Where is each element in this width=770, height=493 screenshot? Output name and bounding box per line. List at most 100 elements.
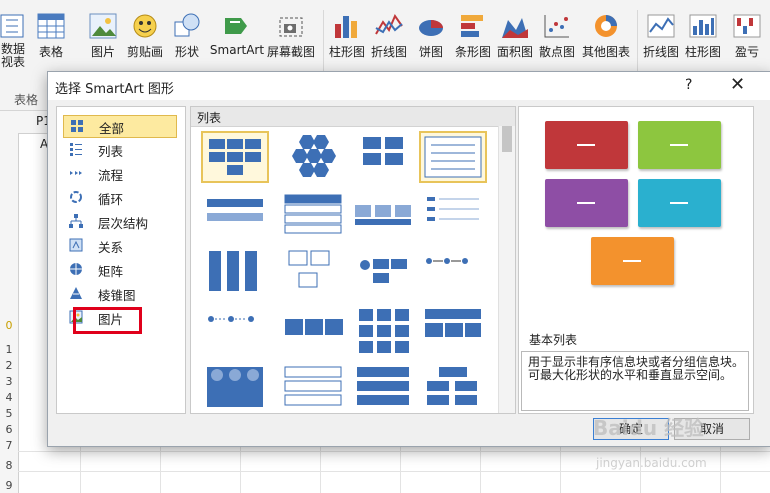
- table-button[interactable]: 表格: [22, 12, 80, 68]
- list-scrollbar[interactable]: [498, 126, 515, 413]
- category-process[interactable]: 流程: [63, 163, 175, 184]
- all-icon: [71, 120, 83, 132]
- close-icon[interactable]: ✕: [730, 74, 745, 95]
- screenshot-label: 屏幕截图: [266, 45, 315, 59]
- table-icon: [36, 12, 66, 40]
- layout-bulleted-boxes[interactable]: [279, 189, 347, 241]
- layout-picture-caption[interactable]: [279, 247, 347, 299]
- pie-chart-icon: [416, 12, 446, 40]
- category-list[interactable]: 列表: [63, 139, 175, 160]
- category-label: 列表: [98, 144, 124, 159]
- row-number: 7: [5, 439, 13, 452]
- other-charts-icon: [591, 12, 621, 40]
- row-number: 4: [5, 391, 13, 404]
- layout-lined-list[interactable]: [419, 131, 487, 183]
- preview-shape: [638, 121, 721, 169]
- layout-list-panel: 列表: [190, 106, 516, 414]
- dialog-titlebar[interactable]: 选择 SmartArt 图形 ? ✕: [48, 72, 770, 100]
- highlight-box: [73, 307, 142, 334]
- layout-picture-accent-list[interactable]: [419, 363, 487, 413]
- area-chart-icon: [500, 12, 530, 40]
- row-number: 0: [5, 319, 13, 332]
- sparkline-winloss-icon: [732, 12, 762, 40]
- layout-vertical-box-list[interactable]: [201, 247, 269, 299]
- scatter-chart-icon: [542, 12, 572, 40]
- category-label: 关系: [98, 240, 124, 255]
- screenshot-icon: [276, 12, 306, 40]
- row-number: 5: [5, 407, 13, 420]
- gridline: [18, 451, 770, 452]
- screenshot-button[interactable]: 屏幕截图: [262, 12, 320, 68]
- layout-tab-list[interactable]: [419, 305, 487, 357]
- category-pyramid[interactable]: 棱锥图: [63, 283, 175, 304]
- layout-trapezoid-list[interactable]: [349, 189, 417, 241]
- smartart-icon: [222, 12, 252, 40]
- category-hierarchy[interactable]: 层次结构: [63, 211, 175, 232]
- layout-dot-timeline[interactable]: [201, 305, 269, 357]
- cycle-icon: [70, 191, 82, 203]
- column-chart-icon: [332, 12, 362, 40]
- preview-shape: [638, 179, 721, 227]
- smartart-dialog: 选择 SmartArt 图形 ? ✕ 全部 列表 流程 循环 层次结构 关系 矩…: [47, 71, 770, 447]
- line-chart-icon: [374, 12, 404, 40]
- clipart-icon: [130, 12, 160, 40]
- category-label: 循环: [98, 192, 124, 207]
- pyramid-icon: [70, 287, 82, 299]
- preview-panel: 基本列表 用于显示非有序信息块或者分组信息块。可最大化形状的水平和垂直显示空间。: [518, 106, 754, 414]
- help-button[interactable]: ?: [685, 77, 692, 93]
- matrix-icon: [70, 263, 82, 275]
- layout-vertical-bullets[interactable]: [419, 189, 487, 241]
- preview-title: 基本列表: [529, 333, 578, 347]
- row-number: 6: [5, 423, 13, 436]
- list-header-label: 列表: [197, 111, 222, 125]
- layout-stacked-blocks[interactable]: [349, 131, 417, 183]
- list-icon: [70, 143, 82, 156]
- category-cycle[interactable]: 循环: [63, 187, 175, 208]
- ribbon-group-label: 表格: [14, 93, 39, 107]
- gridline: [18, 471, 770, 472]
- preview-shape: [591, 237, 674, 285]
- layout-hexagon-cluster[interactable]: [279, 131, 347, 183]
- category-label: 层次结构: [98, 216, 149, 231]
- sparkline-line-icon: [646, 12, 676, 40]
- sparkline-winloss-button[interactable]: 盈亏: [718, 12, 770, 68]
- smartart-button[interactable]: SmartArt: [208, 12, 266, 68]
- category-label: 流程: [98, 168, 124, 183]
- category-matrix[interactable]: 矩阵: [63, 259, 175, 280]
- process-icon: [70, 171, 82, 175]
- category-panel: 全部 列表 流程 循环 层次结构 关系 矩阵 棱锥图 图片: [56, 106, 186, 414]
- layout-grouped-list[interactable]: [349, 247, 417, 299]
- preview-shape: [545, 121, 628, 169]
- scroll-thumb[interactable]: [502, 126, 512, 152]
- layout-basic-block-list[interactable]: [201, 131, 269, 183]
- sparkline-winloss-label: 盈亏: [734, 45, 759, 59]
- smartart-label: SmartArt: [209, 43, 265, 57]
- relationship-icon: [69, 238, 83, 252]
- category-label: 矩阵: [98, 264, 124, 279]
- layout-grid-blocks[interactable]: [349, 305, 417, 357]
- category-all[interactable]: 全部: [63, 115, 177, 138]
- watermark-logo: Baidu 经验: [593, 416, 705, 440]
- shapes-icon: [172, 12, 202, 40]
- sparkline-column-icon: [688, 12, 718, 40]
- layout-timeline[interactable]: [419, 247, 487, 299]
- layout-bar-list[interactable]: [349, 363, 417, 413]
- category-label: 全部: [99, 121, 125, 136]
- layout-horizontal-bullets[interactable]: [201, 189, 269, 241]
- table-label: 表格: [38, 45, 63, 59]
- preview-shape: [545, 179, 628, 227]
- row-number: 9: [5, 479, 13, 492]
- other-charts-button[interactable]: 其他图表: [577, 12, 635, 68]
- layout-circle-picture-list[interactable]: [201, 363, 269, 413]
- row-number: 1: [5, 343, 13, 356]
- list-header: 列表: [191, 107, 515, 127]
- category-label: 棱锥图: [98, 288, 136, 303]
- hierarchy-icon: [69, 214, 83, 228]
- row-number: 3: [5, 375, 13, 388]
- row-header: 0 1 2 3 4 5 6 7 8 9: [0, 133, 19, 493]
- layout-stacked-lines[interactable]: [279, 363, 347, 413]
- layout-horizontal-blocks[interactable]: [279, 305, 347, 357]
- picture-icon: [88, 12, 118, 40]
- row-number: 2: [5, 359, 13, 372]
- category-relationship[interactable]: 关系: [63, 235, 175, 256]
